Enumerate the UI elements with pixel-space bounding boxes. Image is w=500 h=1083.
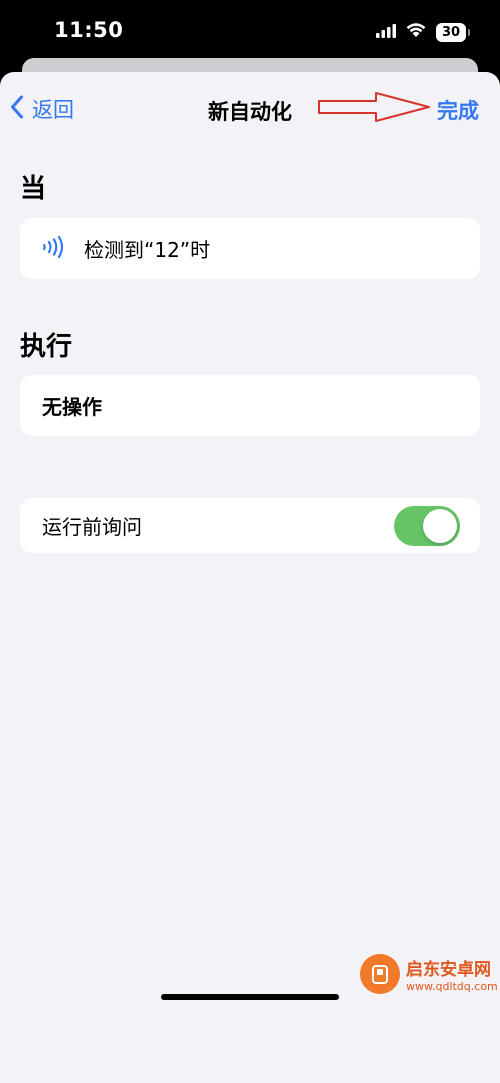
action-card[interactable]: 无操作 xyxy=(20,375,480,436)
toggle-knob xyxy=(423,508,457,543)
ask-before-running-label: 运行前询问 xyxy=(42,515,142,539)
when-section-title: 当 xyxy=(20,174,47,204)
watermark: 启东安卓网 www.qdltdq.com xyxy=(360,940,500,1008)
nfc-icon xyxy=(40,235,64,263)
status-time: 11:50 xyxy=(54,18,124,42)
automation-sheet: 返回 新自动化 完成 当 检测到“12”时 执行 无操作 运行前询问 xyxy=(0,72,500,1083)
annotation-arrow-icon xyxy=(318,92,430,122)
trigger-card[interactable]: 检测到“12”时 xyxy=(20,218,480,279)
watermark-url: www.qdltdq.com xyxy=(406,980,498,993)
status-bar: 11:50 30 xyxy=(0,0,500,62)
watermark-logo-icon xyxy=(360,954,400,994)
trigger-label: 检测到“12”时 xyxy=(84,238,211,262)
done-button[interactable]: 完成 xyxy=(437,95,479,125)
wifi-icon xyxy=(405,22,427,42)
battery-level: 30 xyxy=(441,24,461,40)
status-icons: 30 xyxy=(376,22,470,42)
home-indicator[interactable] xyxy=(161,994,339,1000)
ask-before-running-row: 运行前询问 xyxy=(20,498,480,553)
cellular-signal-icon xyxy=(376,23,396,42)
ask-before-running-toggle[interactable] xyxy=(394,505,460,546)
navigation-bar: 返回 新自动化 完成 xyxy=(0,72,500,146)
watermark-name: 启东安卓网 xyxy=(406,960,491,980)
action-label: 无操作 xyxy=(42,395,102,419)
do-section-title: 执行 xyxy=(20,332,73,362)
battery-icon: 30 xyxy=(436,22,470,42)
